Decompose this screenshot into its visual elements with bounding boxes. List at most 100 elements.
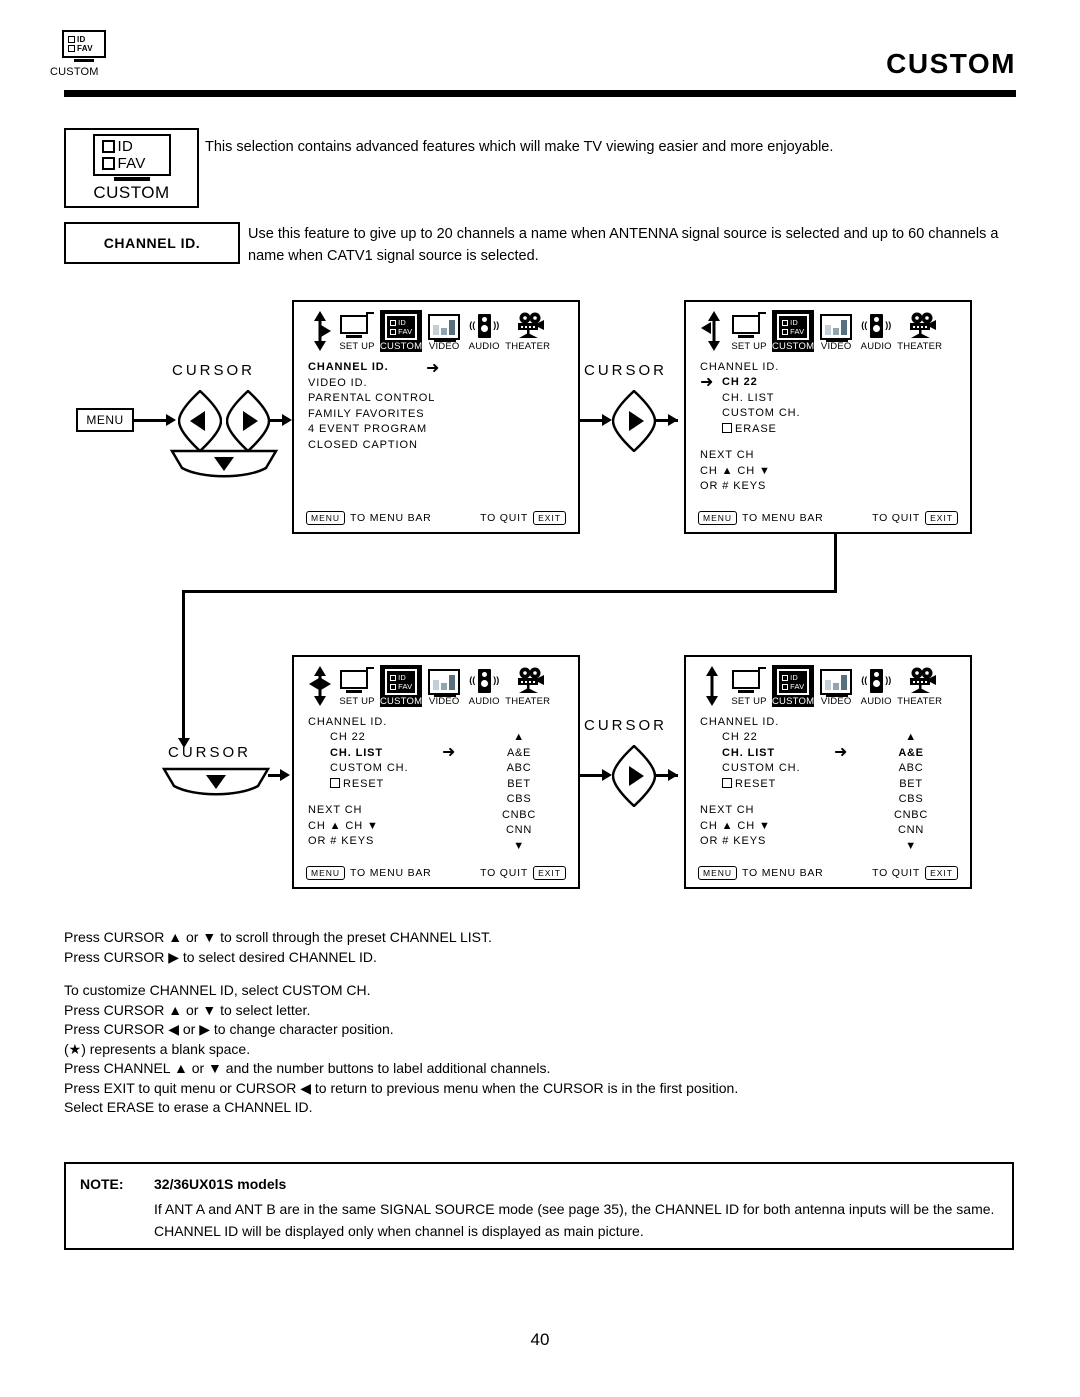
cursor-right-button[interactable]	[226, 390, 270, 452]
page-title: CUSTOM	[886, 48, 1016, 79]
custom-id-fav-icon: ID FAV	[382, 310, 420, 340]
hint-ch-updown: CH ▲ CH ▼	[700, 819, 771, 832]
menu-item-video[interactable]: VIDEO	[425, 310, 463, 352]
osd-menu-bar[interactable]: SET UP ID FAV CUSTOM VIDEO (()) AUDIO T…	[700, 310, 942, 352]
channel-name-list[interactable]: ▲ A&E ABC BET CBS CNBC CNN ▼	[876, 730, 946, 854]
menu-button[interactable]: MENU	[76, 408, 134, 432]
osd-option-list[interactable]: CH 22 CH. LIST CUSTOM CH. RESET	[722, 730, 800, 792]
menu-keycap[interactable]: MENU	[698, 511, 738, 525]
quit-hint-text: TO QUIT	[480, 867, 529, 879]
checkbox-icon[interactable]	[722, 777, 732, 788]
menu-item-custom[interactable]: ID FAV CUSTOM	[772, 310, 815, 352]
list-item-reset-label: RESET	[735, 777, 777, 790]
cursor-down-button[interactable]	[168, 448, 280, 482]
list-item-erase[interactable]: ERASE	[722, 422, 800, 438]
list-item-custom-ch[interactable]: CUSTOM CH.	[330, 761, 408, 777]
menu-item-theater[interactable]: THEATER	[897, 310, 942, 352]
osd-menu-bar[interactable]: SET UP ID FAV CUSTOM VIDEO (()) AUDIO T…	[308, 665, 550, 707]
menu-item-custom[interactable]: ID FAV CUSTOM	[772, 665, 815, 707]
osd-menu-bar[interactable]: SET UP ID FAV CUSTOM VIDEO (()) AUDIO T…	[308, 310, 550, 352]
menu-item-label: CUSTOM	[380, 696, 423, 707]
channel-name-cbs[interactable]: CBS	[876, 792, 946, 808]
menu-item-video[interactable]: VIDEO	[817, 665, 855, 707]
channel-name-bet[interactable]: BET	[876, 777, 946, 793]
menu-item-audio[interactable]: (( )) AUDIO	[858, 310, 894, 352]
menu-item-setup[interactable]: SET UP	[337, 665, 377, 707]
osd-screen-ch-list-selected[interactable]: SET UP ID FAV CUSTOM VIDEO (()) AUDIO T…	[684, 655, 972, 889]
channel-name-cnbc[interactable]: CNBC	[876, 808, 946, 824]
osd-screen-ch-list[interactable]: SET UP ID FAV CUSTOM VIDEO (()) AUDIO T…	[292, 655, 580, 889]
menu-item-setup[interactable]: SET UP	[729, 310, 769, 352]
exit-keycap[interactable]: EXIT	[925, 511, 958, 525]
list-scroll-down-icon[interactable]: ▼	[484, 839, 554, 855]
channel-name-cnn[interactable]: CNN	[484, 823, 554, 839]
channel-name-bet[interactable]: BET	[484, 777, 554, 793]
cursor-right-button-2[interactable]	[612, 390, 656, 452]
list-item-ch22[interactable]: CH 22	[722, 375, 800, 391]
header-rule	[64, 90, 1016, 97]
list-item-ch-list[interactable]: CH. LIST	[722, 746, 800, 762]
cursor-down-button-3[interactable]	[160, 766, 272, 800]
menu-item-label: CUSTOM	[772, 341, 815, 352]
list-item-ch-list[interactable]: CH. LIST	[722, 391, 800, 407]
exit-keycap[interactable]: EXIT	[533, 866, 566, 880]
exit-keycap[interactable]: EXIT	[533, 511, 566, 525]
exit-keycap[interactable]: EXIT	[925, 866, 958, 880]
menu-item-audio[interactable]: (( )) AUDIO	[858, 665, 894, 707]
osd-menu-bar[interactable]: SET UP ID FAV CUSTOM VIDEO (()) AUDIO T…	[700, 665, 942, 707]
menu-item-custom[interactable]: ID FAV CUSTOM	[380, 310, 423, 352]
menu-keycap[interactable]: MENU	[698, 866, 738, 880]
list-item-ch22[interactable]: CH 22	[330, 730, 408, 746]
channel-name-list[interactable]: ▲ A&E ABC BET CBS CNBC CNN ▼	[484, 730, 554, 854]
cursor-right-button-4[interactable]	[612, 745, 656, 807]
list-item-video-id[interactable]: VIDEO ID.	[308, 376, 435, 392]
osd-screen-channel-id[interactable]: SET UP ID FAV CUSTOM VIDEO (()) AUDIO T…	[684, 300, 972, 534]
list-scroll-up-icon[interactable]: ▲	[876, 730, 946, 746]
osd-option-list[interactable]: CH 22 CH. LIST CUSTOM CH. RESET	[330, 730, 408, 792]
checkbox-icon[interactable]	[330, 777, 340, 788]
channel-name-cnbc[interactable]: CNBC	[484, 808, 554, 824]
menu-item-theater[interactable]: THEATER	[897, 665, 942, 707]
menu-item-setup[interactable]: SET UP	[337, 310, 377, 352]
list-item-ch-list[interactable]: CH. LIST	[330, 746, 408, 762]
list-item-custom-ch[interactable]: CUSTOM CH.	[722, 406, 800, 422]
menu-item-theater[interactable]: THEATER	[505, 665, 550, 707]
list-item-closed-caption[interactable]: CLOSED CAPTION	[308, 438, 435, 454]
osd-screen-custom-menu[interactable]: SET UP ID FAV CUSTOM VIDEO (()) AUDIO T…	[292, 300, 580, 534]
checkbox-icon[interactable]	[722, 422, 732, 433]
osd-menu-list[interactable]: CHANNEL ID. VIDEO ID. PARENTAL CONTROL F…	[308, 360, 435, 453]
osd-option-list[interactable]: CH 22 CH. LIST CUSTOM CH. ERASE	[722, 375, 800, 437]
list-item-custom-ch[interactable]: CUSTOM CH.	[722, 761, 800, 777]
list-item-reset[interactable]: RESET	[330, 777, 408, 793]
list-scroll-up-icon[interactable]: ▲	[484, 730, 554, 746]
list-item-4-event-program[interactable]: 4 EVENT PROGRAM	[308, 422, 435, 438]
list-item-channel-id[interactable]: CHANNEL ID.	[308, 360, 435, 376]
menu-item-video[interactable]: VIDEO	[425, 665, 463, 707]
note-box: NOTE: 32/36UX01S models If ANT A and ANT…	[64, 1162, 1014, 1250]
channel-name-ae[interactable]: A&E	[876, 746, 946, 762]
menu-item-audio[interactable]: (( )) AUDIO	[466, 665, 502, 707]
list-item-reset[interactable]: RESET	[722, 777, 800, 793]
channel-name-cnn[interactable]: CNN	[876, 823, 946, 839]
menu-item-video[interactable]: VIDEO	[817, 310, 855, 352]
channel-name-abc[interactable]: ABC	[876, 761, 946, 777]
list-item-family-favorites[interactable]: FAMILY FAVORITES	[308, 407, 435, 423]
video-monitor-icon	[817, 310, 855, 342]
corner-icon-screen: ID FAV	[62, 30, 106, 58]
menu-item-label: AUDIO	[860, 341, 892, 352]
channel-name-cbs[interactable]: CBS	[484, 792, 554, 808]
custom-icon-label-fav: FAV	[790, 681, 805, 691]
menu-keycap[interactable]: MENU	[306, 511, 346, 525]
list-item-ch22[interactable]: CH 22	[722, 730, 800, 746]
menu-item-custom[interactable]: ID FAV CUSTOM	[380, 665, 423, 707]
menu-item-theater[interactable]: THEATER	[505, 310, 550, 352]
menu-item-setup[interactable]: SET UP	[729, 665, 769, 707]
channel-name-abc[interactable]: ABC	[484, 761, 554, 777]
menu-keycap[interactable]: MENU	[306, 866, 346, 880]
setup-tv-icon	[337, 665, 377, 695]
list-item-parental-control[interactable]: PARENTAL CONTROL	[308, 391, 435, 407]
cursor-left-button[interactable]	[178, 390, 222, 452]
menu-item-audio[interactable]: (( )) AUDIO	[466, 310, 502, 352]
list-scroll-down-icon[interactable]: ▼	[876, 839, 946, 855]
channel-name-ae[interactable]: A&E	[484, 746, 554, 762]
